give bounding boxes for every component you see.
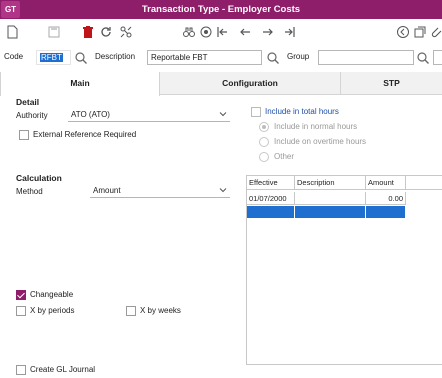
x-by-periods-label: X by periods: [30, 306, 75, 315]
overtime-hours-label: Include on overtime hours: [274, 137, 367, 146]
cell-amount[interactable]: 0.00: [366, 192, 406, 205]
toolbar: [0, 19, 442, 45]
save-icon[interactable]: [46, 24, 62, 40]
last-icon[interactable]: [282, 24, 298, 40]
normal-hours-radio[interactable]: [259, 122, 269, 132]
authority-label: Authority: [16, 111, 48, 120]
binoculars-icon[interactable]: [181, 24, 197, 40]
description-input[interactable]: Reportable FBT: [147, 50, 262, 65]
other-radio[interactable]: [259, 152, 269, 162]
group-label: Group: [287, 52, 310, 61]
title-bar: Transaction Type - Employer Costs GT: [0, 0, 442, 19]
group-extra-field[interactable]: [433, 50, 442, 65]
calculation-heading: Calculation: [16, 173, 62, 183]
normal-hours-label: Include in normal hours: [274, 122, 358, 131]
create-gl-journal-checkbox[interactable]: [16, 365, 26, 375]
cell-description[interactable]: [295, 192, 366, 205]
refresh-icon[interactable]: [98, 24, 114, 40]
create-gl-journal-label: Create GL Journal: [30, 365, 96, 374]
tab-bar: Main Configuration STP: [0, 72, 442, 96]
external-ref-checkbox[interactable]: [19, 130, 29, 140]
code-search-icon[interactable]: [73, 50, 89, 66]
authority-value: ATO (ATO): [71, 110, 110, 119]
cell-effective[interactable]: 01/07/2000: [247, 192, 295, 205]
settings-icon[interactable]: [118, 24, 134, 40]
other-label: Other: [274, 152, 295, 161]
method-dropdown[interactable]: Amount: [90, 184, 230, 198]
next-icon[interactable]: [260, 24, 276, 40]
method-value: Amount: [93, 186, 121, 195]
app-logo: GT: [1, 1, 20, 18]
delete-icon[interactable]: [80, 24, 96, 40]
cell-effective[interactable]: [247, 206, 295, 219]
first-icon[interactable]: [214, 24, 230, 40]
tab-configuration[interactable]: Configuration: [160, 72, 340, 95]
cell-description[interactable]: [295, 206, 366, 219]
method-label: Method: [16, 187, 43, 196]
window-title: Transaction Type - Employer Costs: [141, 4, 301, 15]
chevron-down-icon: [219, 112, 227, 117]
cell-amount[interactable]: [366, 206, 406, 219]
table-row[interactable]: 01/07/2000 0.00: [247, 192, 406, 205]
x-by-weeks-checkbox[interactable]: [126, 306, 136, 316]
column-header-amount[interactable]: Amount: [366, 176, 406, 190]
prev-icon[interactable]: [237, 24, 253, 40]
attach-icon[interactable]: [428, 24, 442, 40]
code-label: Code: [4, 52, 24, 61]
include-total-hours-checkbox[interactable]: [251, 107, 261, 117]
copy-icon[interactable]: [412, 24, 428, 40]
table-row-selected[interactable]: [247, 206, 406, 219]
x-by-periods-checkbox[interactable]: [16, 306, 26, 316]
tab-main[interactable]: Main: [0, 72, 160, 96]
tab-stp[interactable]: STP: [340, 72, 442, 95]
group-input[interactable]: [318, 50, 414, 65]
authority-dropdown[interactable]: ATO (ATO): [68, 108, 230, 122]
group-search-icon[interactable]: [415, 50, 431, 66]
view-icon[interactable]: [198, 24, 214, 40]
code-value: RFBT: [40, 53, 63, 62]
effective-table: Effective Description Amount 01/07/2000 …: [246, 175, 442, 365]
description-search-icon[interactable]: [265, 50, 281, 66]
column-header-description[interactable]: Description: [295, 176, 366, 190]
description-label: Description: [95, 52, 136, 61]
table-header: Effective Description Amount: [247, 176, 442, 190]
header-fields: Code RFBT Description Reportable FBT Gro…: [0, 48, 442, 68]
changeable-label: Changeable: [30, 290, 74, 299]
chevron-down-icon: [219, 188, 227, 193]
detail-heading: Detail: [16, 97, 40, 107]
new-icon[interactable]: [4, 24, 20, 40]
code-input[interactable]: RFBT: [36, 50, 71, 65]
overtime-hours-radio[interactable]: [259, 137, 269, 147]
x-by-weeks-label: X by weeks: [140, 306, 181, 315]
column-header-effective[interactable]: Effective: [247, 176, 295, 190]
changeable-checkbox[interactable]: [16, 290, 26, 300]
back-icon[interactable]: [395, 24, 411, 40]
external-ref-label: External Reference Required: [33, 130, 137, 139]
include-total-hours-label: Include in total hours: [265, 107, 339, 116]
